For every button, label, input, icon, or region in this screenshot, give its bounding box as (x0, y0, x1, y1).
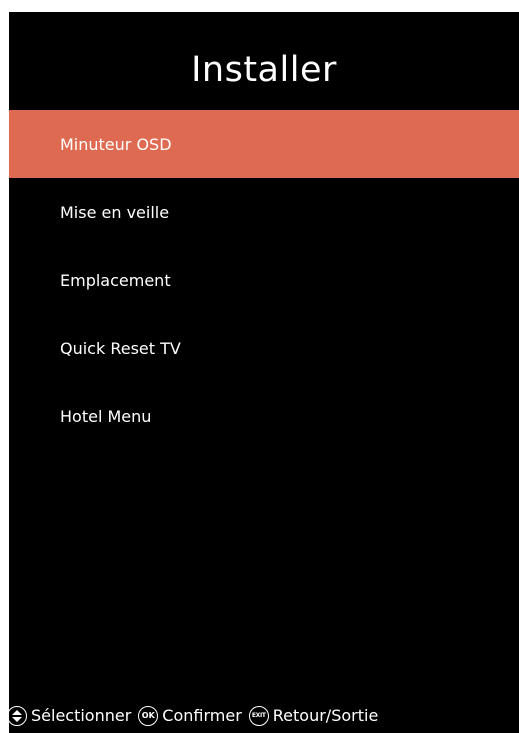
hint-confirm-label: Confirmer (162, 706, 242, 725)
hint-select: Sélectionner (7, 705, 132, 726)
tv-menu-screen: Installer Minuteur OSD Mise en veille Em… (9, 12, 519, 733)
hint-exit-label: Retour/Sortie (272, 706, 379, 725)
menu-item-minuteur-osd[interactable]: Minuteur OSD (9, 110, 519, 178)
hint-confirm: OK Confirmer (138, 705, 242, 726)
hint-select-label: Sélectionner (31, 706, 132, 725)
menu-item-quick-reset-tv[interactable]: Quick Reset TV (9, 314, 519, 382)
page-title: Installer (191, 50, 337, 90)
exit-icon: EXIT (248, 705, 269, 726)
menu-item-label: Mise en veille (60, 202, 170, 222)
ok-icon: OK (138, 705, 159, 726)
hint-exit: EXIT Retour/Sortie (248, 705, 379, 726)
menu-item-emplacement[interactable]: Emplacement (9, 246, 519, 314)
menu-list: Minuteur OSD Mise en veille Emplacement … (9, 110, 519, 450)
menu-item-hotel-menu[interactable]: Hotel Menu (9, 382, 519, 450)
up-down-icon (7, 705, 27, 726)
button-hints-bar: Sélectionner OK Confirmer EXIT Retour/So… (0, 698, 519, 733)
menu-item-label: Quick Reset TV (60, 338, 181, 358)
menu-item-label: Minuteur OSD (60, 134, 172, 154)
menu-item-mise-en-veille[interactable]: Mise en veille (9, 178, 519, 246)
menu-item-label: Hotel Menu (60, 406, 152, 426)
menu-item-label: Emplacement (60, 270, 171, 290)
